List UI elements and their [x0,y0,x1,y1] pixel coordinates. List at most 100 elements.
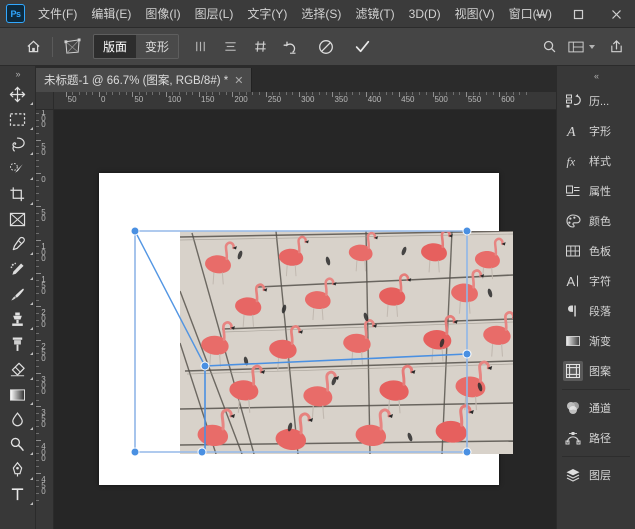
ruler-minor-tick [172,92,174,95]
horizontal-lines-icon[interactable] [215,33,245,61]
dodge-tool[interactable] [0,432,35,457]
menu-item-7[interactable]: 3D(D) [402,4,448,24]
swatches-icon [563,241,583,261]
grid-icon[interactable] [245,33,275,61]
menu-item-3[interactable]: 图层(L) [188,2,241,25]
ruler-label: 250 [39,341,48,360]
ruler-label: 50 [67,95,77,104]
panel-item-paths[interactable]: 路径 [557,423,635,453]
pen-tool[interactable] [0,457,35,482]
ruler-minor-tick [36,419,39,421]
mode-segment-group: 版面 变形 [93,34,180,59]
ruler-minor-tick [245,92,247,95]
ruler-minor-tick [352,92,354,95]
panel-item-pattern[interactable]: 图案 [557,356,635,386]
eraser-tool[interactable] [0,357,35,382]
properties-icon [563,181,583,201]
workspace-icon[interactable] [564,33,588,61]
move-tool[interactable] [0,82,35,107]
ruler-corner [36,92,54,110]
panel-item-paragraph[interactable]: 段落 [557,296,635,326]
handle-bottom-mid[interactable] [197,447,207,457]
search-icon[interactable] [534,33,564,61]
canvas-area[interactable] [54,110,556,529]
ruler-minor-tick [225,92,227,95]
healing-brush-tool[interactable] [0,257,35,282]
menu-item-2[interactable]: 图像(I) [138,2,187,25]
ruler-minor-tick [36,313,39,315]
ruler-minor-tick [312,92,314,95]
ruler-minor-tick [36,219,39,221]
ruler-minor-tick [36,353,39,355]
minimize-button[interactable] [521,0,559,28]
handle-mid-right[interactable] [462,349,472,359]
menu-item-4[interactable]: 文字(Y) [240,2,294,25]
vertical-ruler[interactable]: 100 50 0 50 100 150 200 250 300 350 400 450 [36,110,54,529]
handle-top-right[interactable] [462,226,472,236]
perspective-warp-icon[interactable] [57,33,87,61]
home-icon[interactable] [18,33,48,61]
panel-item-glyphs[interactable]: A 字形 [557,116,635,146]
handle-top-left[interactable] [130,226,140,236]
horizontal-ruler[interactable]: 50 0 50 100 150 200 250 300 350 400 450 500 550 600 [54,92,556,110]
menu-item-8[interactable]: 视图(V) [448,2,502,25]
ruler-minor-tick [479,92,481,95]
marquee-tool[interactable] [0,107,35,132]
ruler-minor-tick [459,92,461,95]
handle-bottom-left[interactable] [130,447,140,457]
ruler-minor-tick [36,433,39,435]
color-icon [563,211,583,231]
panel-item-history[interactable]: 历... [557,86,635,116]
panel-item-properties[interactable]: 属性 [557,176,635,206]
document-canvas[interactable] [99,173,513,485]
panel-item-layers[interactable]: 图层 [557,460,635,490]
ruler-minor-tick [36,499,39,501]
crop-tool[interactable] [0,182,35,207]
quick-selection-tool[interactable] [0,157,35,182]
ruler-tick [36,373,41,375]
document-tab[interactable]: 未标题-1 @ 66.7% (图案, RGB/8#) * ✕ [36,68,253,92]
menu-item-6[interactable]: 滤镜(T) [348,2,401,25]
glyphs-icon: A [563,121,583,141]
app-logo: Ps [6,4,25,23]
undo-arrow-icon[interactable] [275,33,305,61]
vertical-lines-icon[interactable] [185,33,215,61]
panel-item-character[interactable]: A 字符 [557,266,635,296]
document-tab-bar: 未标题-1 @ 66.7% (图案, RGB/8#) * ✕ [36,66,556,92]
ruler-minor-tick [36,413,39,415]
panel-item-channels[interactable]: 通道 [557,393,635,423]
share-icon[interactable] [601,33,631,61]
close-icon[interactable]: ✕ [234,74,243,87]
handle-mid-left[interactable] [200,361,210,371]
lasso-tool[interactable] [0,132,35,157]
gradient-tool[interactable] [0,382,35,407]
history-brush-tool[interactable] [0,332,35,357]
brush-tool[interactable] [0,282,35,307]
commit-check-icon[interactable] [347,33,377,61]
menu-item-0[interactable]: 文件(F) [31,2,84,25]
mode-button-0[interactable]: 版面 [94,35,137,58]
ruler-minor-tick [36,246,39,248]
ruler-minor-tick [36,266,39,268]
panel-item-swatches[interactable]: 色板 [557,236,635,266]
window-controls [521,0,635,28]
close-button[interactable] [597,0,635,28]
maximize-button[interactable] [559,0,597,28]
panel-item-color[interactable]: 颜色 [557,206,635,236]
frame-tool[interactable] [0,207,35,232]
chevron-down-icon[interactable] [589,44,595,49]
mode-button-1[interactable]: 变形 [136,35,179,58]
handle-bottom-right[interactable] [462,447,472,457]
ruler-minor-tick [179,92,181,95]
cancel-icon[interactable] [311,33,341,61]
toolbar-expand-icon[interactable]: » [0,66,35,82]
menu-item-5[interactable]: 选择(S) [294,2,348,25]
eyedropper-tool[interactable] [0,232,35,257]
panel-item-gradient[interactable]: 渐变 [557,326,635,356]
type-tool[interactable] [0,482,35,507]
panel-collapse-icon[interactable]: « [557,66,635,86]
menu-item-1[interactable]: 编辑(E) [84,2,138,25]
blur-tool[interactable] [0,407,35,432]
panel-item-styles[interactable]: fx 样式 [557,146,635,176]
clone-stamp-tool[interactable] [0,307,35,332]
